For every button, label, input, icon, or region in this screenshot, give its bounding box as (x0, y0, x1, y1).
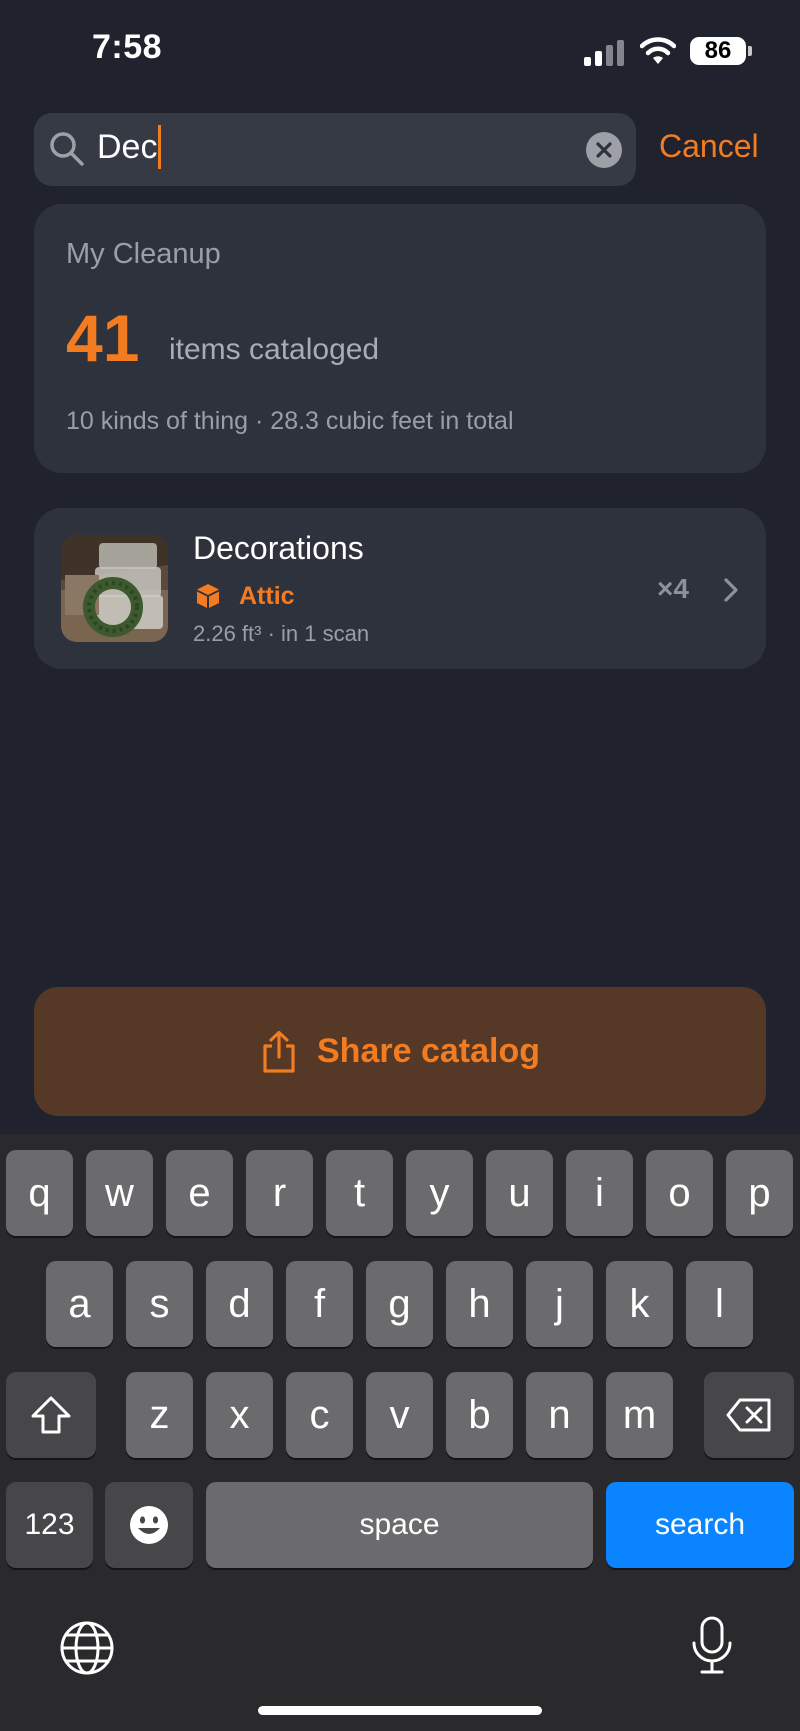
key-o[interactable]: o (646, 1150, 713, 1236)
search-key[interactable]: search (606, 1482, 794, 1568)
chevron-right-icon (724, 578, 738, 602)
key-a[interactable]: a (46, 1261, 113, 1347)
key-w[interactable]: w (86, 1150, 153, 1236)
keyboard: q w e r t y u i o p a s d f g h j k l z … (0, 1134, 800, 1731)
delete-key[interactable] (704, 1372, 794, 1458)
summary-title: My Cleanup (66, 238, 221, 270)
wifi-icon (640, 37, 676, 64)
key-p[interactable]: p (726, 1150, 793, 1236)
key-j[interactable]: j (526, 1261, 593, 1347)
space-key[interactable]: space (206, 1482, 593, 1568)
emoji-key[interactable] (105, 1482, 193, 1568)
item-count: 41 (66, 301, 140, 375)
box-icon (197, 584, 219, 608)
key-v[interactable]: v (366, 1372, 433, 1458)
status-time: 7:58 (92, 28, 163, 66)
globe-icon[interactable] (58, 1619, 116, 1677)
key-m[interactable]: m (606, 1372, 673, 1458)
key-h[interactable]: h (446, 1261, 513, 1347)
key-g[interactable]: g (366, 1261, 433, 1347)
key-x[interactable]: x (206, 1372, 273, 1458)
search-query: Dec (97, 127, 158, 166)
decorations-thumbnail (61, 535, 168, 642)
shift-icon (31, 1396, 71, 1434)
key-e[interactable]: e (166, 1150, 233, 1236)
cancel-button[interactable]: Cancel (659, 128, 759, 165)
microphone-icon[interactable] (690, 1615, 734, 1677)
key-d[interactable]: d (206, 1261, 273, 1347)
key-c[interactable]: c (286, 1372, 353, 1458)
key-b[interactable]: b (446, 1372, 513, 1458)
key-z[interactable]: z (126, 1372, 193, 1458)
search-icon (50, 132, 84, 166)
emoji-icon (130, 1506, 168, 1544)
battery-nub (748, 46, 752, 56)
key-l[interactable]: l (686, 1261, 753, 1347)
cellular-signal-icon (584, 40, 626, 66)
backspace-icon (726, 1398, 771, 1432)
key-f[interactable]: f (286, 1261, 353, 1347)
key-k[interactable]: k (606, 1261, 673, 1347)
numbers-key[interactable]: 123 (6, 1482, 93, 1568)
key-q[interactable]: q (6, 1150, 73, 1236)
key-r[interactable]: r (246, 1150, 313, 1236)
battery-indicator: 86 (690, 37, 746, 65)
share-catalog-label: Share catalog (317, 1032, 540, 1070)
text-caret (158, 125, 162, 169)
clear-search-icon[interactable] (586, 132, 622, 168)
result-meta: 2.26 ft³ · in 1 scan (193, 621, 370, 646)
key-t[interactable]: t (326, 1150, 393, 1236)
home-indicator[interactable] (258, 1706, 542, 1715)
key-y[interactable]: y (406, 1150, 473, 1236)
result-quantity: ×4 (657, 573, 689, 604)
key-i[interactable]: i (566, 1150, 633, 1236)
share-icon (263, 1030, 295, 1073)
key-n[interactable]: n (526, 1372, 593, 1458)
item-count-label: items cataloged (169, 333, 380, 366)
key-s[interactable]: s (126, 1261, 193, 1347)
result-name: Decorations (193, 530, 364, 566)
shift-key[interactable] (6, 1372, 96, 1458)
summary-subtitle: 10 kinds of thing · 28.3 cubic feet in t… (66, 407, 514, 435)
key-u[interactable]: u (486, 1150, 553, 1236)
search-input[interactable]: Dec (97, 125, 162, 171)
result-location: Attic (239, 582, 295, 610)
